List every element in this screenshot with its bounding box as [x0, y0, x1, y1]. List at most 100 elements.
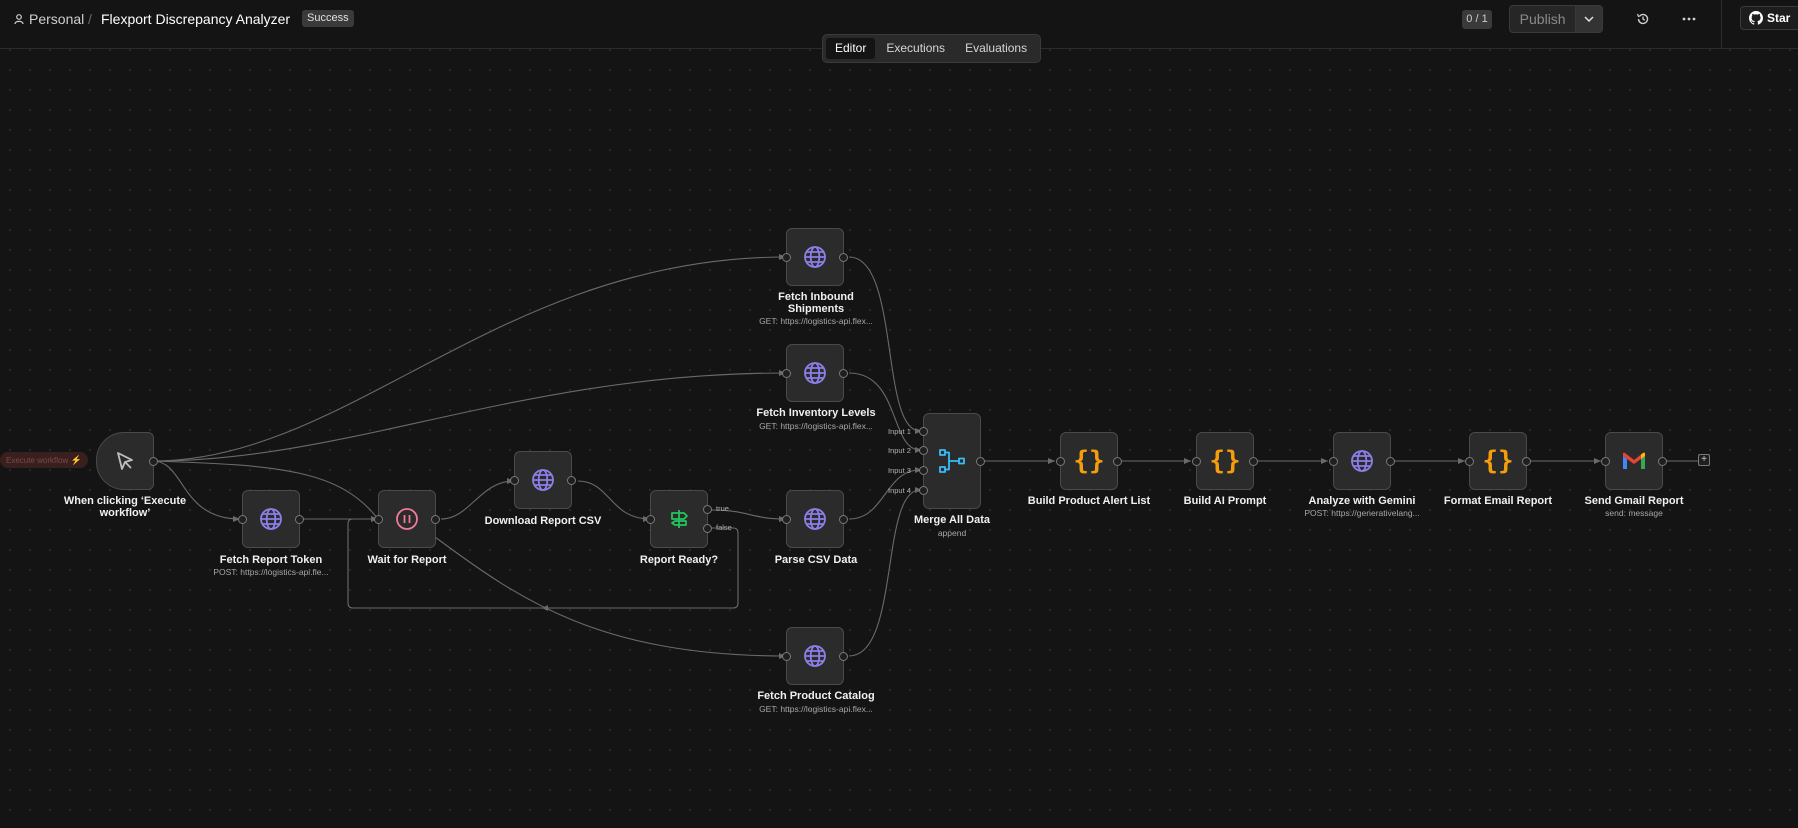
- true-branch-label: true: [716, 504, 729, 513]
- input-handle-4[interactable]: [919, 486, 928, 495]
- node-fetch-inbound-shipments[interactable]: [782, 228, 848, 286]
- add-node-button[interactable]: +: [1698, 454, 1710, 466]
- input-handle[interactable]: [1465, 457, 1474, 466]
- node-fetch-report-token-sub: POST: https://logistics-api.fle...: [213, 567, 329, 577]
- output-handle[interactable]: [295, 515, 304, 524]
- input-handle[interactable]: [510, 476, 519, 485]
- globe-icon: [804, 362, 826, 384]
- input-handle[interactable]: [374, 515, 383, 524]
- input-handle[interactable]: [1601, 457, 1610, 466]
- node-download-report-csv-label: Download Report CSV: [484, 515, 602, 527]
- node-fetch-product-catalog-label: Fetch Product Catalog: [757, 690, 875, 702]
- input-handle[interactable]: [782, 652, 791, 661]
- globe-icon: [260, 508, 282, 530]
- node-fetch-report-token[interactable]: [238, 490, 304, 548]
- node-send-gmail-report[interactable]: [1601, 432, 1667, 490]
- merge-icon: [939, 449, 965, 473]
- output-handle[interactable]: [1386, 457, 1395, 466]
- input-handle[interactable]: [782, 515, 791, 524]
- input-handle-3[interactable]: [919, 466, 928, 475]
- arrow-head-prompt: [1184, 458, 1191, 464]
- node-merge-all-data-label: Merge All Data: [913, 514, 990, 526]
- edge-trigger-to-inventory: [152, 372, 787, 462]
- input-handle[interactable]: [646, 515, 655, 524]
- input-handle[interactable]: [1329, 457, 1338, 466]
- node-download-report-csv[interactable]: [510, 451, 576, 509]
- node-build-ai-prompt-label: Build AI Prompt: [1183, 495, 1267, 507]
- node-trigger-label: When clicking ‘Execute workflow’: [63, 495, 187, 519]
- plus-icon: +: [1701, 454, 1707, 465]
- pause-icon: [396, 508, 418, 530]
- node-wait-for-report[interactable]: [374, 490, 440, 548]
- signpost-icon: [671, 510, 688, 528]
- node-send-gmail-report-sub: send: message: [1605, 508, 1663, 518]
- node-fetch-inventory-levels-label: Fetch Inventory Levels: [756, 407, 876, 419]
- input-handle-1[interactable]: [919, 427, 928, 436]
- arrow-head-format: [1458, 458, 1465, 464]
- node-fetch-inbound-shipments-label: Fetch Inbound Shipments: [741, 291, 891, 315]
- merge-input-1-label: Input 1: [888, 427, 911, 436]
- merge-input-3-label: Input 3: [888, 466, 911, 475]
- output-handle[interactable]: [1113, 457, 1122, 466]
- node-fetch-product-catalog[interactable]: [782, 627, 848, 685]
- gmail-icon: [1623, 452, 1645, 469]
- output-handle-true[interactable]: [703, 505, 712, 514]
- node-build-product-alert-list[interactable]: {}: [1056, 432, 1122, 490]
- input-handle-2[interactable]: [919, 446, 928, 455]
- execute-workflow-text: Execute workflow: [6, 456, 69, 465]
- node-wait-for-report-label: Wait for Report: [367, 554, 447, 566]
- node-parse-csv-data-label: Parse CSV Data: [774, 554, 858, 566]
- globe-icon: [804, 508, 826, 530]
- node-analyze-with-gemini-sub: POST: https://generativelang...: [1304, 508, 1420, 518]
- arrow-head-loop: [542, 605, 548, 611]
- node-trigger[interactable]: [96, 432, 158, 490]
- node-build-ai-prompt[interactable]: {}: [1192, 432, 1258, 490]
- arrow-head-gemini: [1321, 458, 1328, 464]
- node-report-ready[interactable]: [646, 490, 712, 548]
- edge-wait-to-download: [440, 480, 515, 520]
- input-handle[interactable]: [1192, 457, 1201, 466]
- output-handle[interactable]: [1658, 457, 1667, 466]
- arrow-head-alert: [1048, 458, 1055, 464]
- output-handle[interactable]: [839, 515, 848, 524]
- output-handle[interactable]: [149, 457, 158, 466]
- code-braces-icon: {}: [1073, 446, 1105, 476]
- node-fetch-report-token-label: Fetch Report Token: [219, 554, 323, 566]
- edge-trigger-to-inbound: [152, 256, 787, 462]
- output-handle[interactable]: [839, 253, 848, 262]
- node-report-ready-label: Report Ready?: [639, 554, 719, 566]
- node-merge-all-data[interactable]: [919, 413, 985, 509]
- merge-input-2-label: Input 2: [888, 446, 911, 455]
- globe-icon: [804, 246, 826, 268]
- edge-inbound-to-merge: [848, 256, 921, 432]
- node-fetch-inventory-levels[interactable]: [782, 344, 848, 402]
- output-handle[interactable]: [839, 652, 848, 661]
- input-handle[interactable]: [782, 369, 791, 378]
- input-handle[interactable]: [238, 515, 247, 524]
- node-build-product-alert-list-label: Build Product Alert List: [1027, 495, 1151, 507]
- merge-input-4-label: Input 4: [888, 486, 911, 495]
- edge-download-to-if: [577, 480, 651, 520]
- output-handle-false[interactable]: [703, 524, 712, 533]
- output-handle[interactable]: [1522, 457, 1531, 466]
- output-handle[interactable]: [839, 369, 848, 378]
- node-fetch-inbound-label-text: Fetch Inbound Shipments: [778, 291, 854, 315]
- globe-icon: [804, 645, 826, 667]
- node-fetch-product-catalog-sub: GET: https://logistics-api.flex...: [759, 704, 873, 714]
- execute-workflow-pill[interactable]: Execute workflow ⚡: [0, 452, 88, 468]
- output-handle[interactable]: [976, 457, 985, 466]
- lightning-icon: ⚡: [70, 455, 82, 465]
- connections-layer: [152, 254, 1698, 659]
- node-parse-csv-data[interactable]: [782, 490, 848, 548]
- code-braces-icon: {}: [1209, 446, 1241, 476]
- cursor-icon: [117, 452, 133, 470]
- input-handle[interactable]: [782, 253, 791, 262]
- node-format-email-report[interactable]: {}: [1465, 432, 1531, 490]
- output-handle[interactable]: [567, 476, 576, 485]
- output-handle[interactable]: [1249, 457, 1258, 466]
- node-fetch-inbound-shipments-sub: GET: https://logistics-api.flex...: [759, 316, 873, 326]
- output-handle[interactable]: [431, 515, 440, 524]
- node-analyze-with-gemini[interactable]: [1329, 432, 1395, 490]
- input-handle[interactable]: [1056, 457, 1065, 466]
- node-analyze-with-gemini-label: Analyze with Gemini: [1308, 495, 1416, 507]
